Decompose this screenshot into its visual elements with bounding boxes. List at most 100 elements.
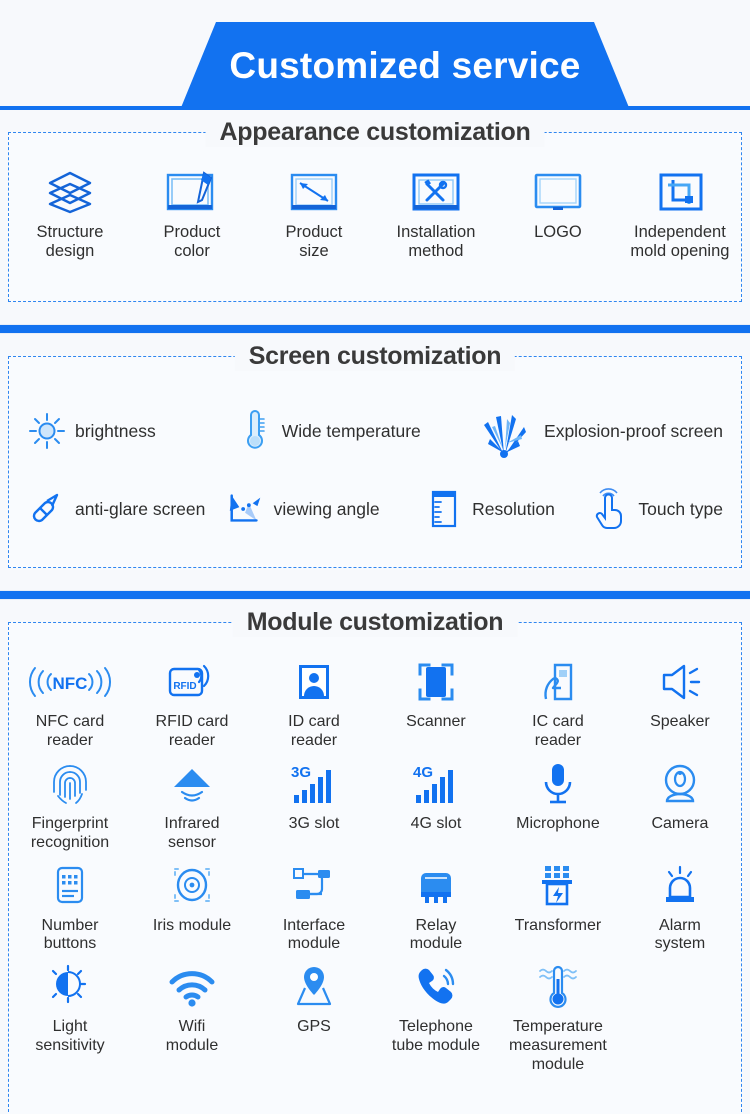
customized-service-page: Customized service Appearance customizat…	[0, 0, 750, 1114]
item-number-buttons[interactable]: Number buttons	[9, 861, 131, 955]
item-label: Independent mold opening	[630, 223, 730, 261]
speaker-icon	[656, 657, 704, 707]
tools-icon	[407, 165, 465, 217]
item-light-sensitivity[interactable]: Light sensitivity	[9, 962, 131, 1075]
item-label: Iris module	[152, 916, 232, 934]
item-touch-type[interactable]: Touch type	[590, 487, 723, 531]
iris-icon	[168, 861, 216, 911]
item-label: Explosion-proof screen	[544, 420, 723, 441]
item-iris-module[interactable]: Iris module	[131, 861, 253, 955]
item-label: LOGO	[534, 223, 582, 241]
nfc-icon: NFC	[27, 657, 113, 707]
item-label: Microphone	[516, 814, 600, 832]
item-nfc-card-reader[interactable]: NFC NFC card reader	[9, 657, 131, 751]
item-scanner[interactable]: Scanner	[375, 657, 497, 751]
product-size-icon	[285, 165, 343, 217]
item-id-card-reader[interactable]: ID card reader	[253, 657, 375, 751]
item-label: 4G slot	[410, 814, 462, 832]
item-label: Light sensitivity	[35, 1018, 105, 1055]
layers-icon	[44, 165, 96, 217]
section-screen-customization: Screen customization brightness Wide tem…	[8, 342, 742, 568]
item-microphone[interactable]: Microphone	[497, 759, 619, 853]
item-wifi-module[interactable]: Wifi module	[131, 962, 253, 1075]
section-title-module: Module customization	[232, 608, 518, 637]
item-label: Relay module	[409, 916, 463, 953]
signal-4g-icon: 4G	[410, 759, 462, 809]
section-module-customization: Module customization NFC NFC card reader…	[8, 608, 742, 1114]
anti-glare-icon	[27, 487, 67, 531]
module-items-grid: NFC NFC card reader RFID RFID card reade…	[9, 623, 741, 1075]
item-gps[interactable]: GPS	[253, 962, 375, 1075]
viewing-angle-icon	[226, 487, 266, 531]
item-relay-module[interactable]: Relay module	[375, 861, 497, 955]
module-row-4-spacer	[619, 962, 741, 1075]
svg-text:RFID: RFID	[173, 681, 196, 692]
item-camera[interactable]: Camera	[619, 759, 741, 853]
item-label: Structure design	[36, 223, 104, 261]
item-label: GPS	[297, 1018, 331, 1036]
item-label: Number buttons	[41, 916, 99, 953]
item-label: Installation method	[396, 223, 476, 261]
module-row-2: Fingerprint recognition Infrared sensor	[9, 759, 741, 853]
item-infrared-sensor[interactable]: Infrared sensor	[131, 759, 253, 853]
gps-pin-icon	[292, 962, 336, 1012]
relay-icon	[411, 861, 461, 911]
telephone-icon	[410, 962, 462, 1012]
item-label: Fingerprint recognition	[30, 814, 110, 851]
item-independent-mold-opening[interactable]: Independent mold opening	[619, 165, 741, 262]
item-brightness[interactable]: brightness	[27, 409, 234, 453]
item-alarm-system[interactable]: Alarm system	[619, 861, 741, 955]
item-rfid-card-reader[interactable]: RFID RFID card reader	[131, 657, 253, 751]
item-label: Wifi module	[165, 1018, 219, 1055]
item-logo[interactable]: LOGO	[497, 165, 619, 262]
item-4g-slot[interactable]: 4G 4G slot	[375, 759, 497, 853]
item-explosion-proof-screen[interactable]: Explosion-proof screen	[474, 403, 723, 459]
keypad-icon	[48, 861, 92, 911]
item-label: brightness	[75, 420, 156, 441]
item-label: RFID card reader	[155, 713, 229, 749]
item-anti-glare-screen[interactable]: anti-glare screen	[27, 487, 226, 531]
module-row-4: Light sensitivity Wifi module GPS Teleph…	[9, 962, 741, 1075]
transformer-icon	[535, 861, 581, 911]
section-title-appearance: Appearance customization	[205, 118, 545, 147]
item-resolution[interactable]: Resolution	[424, 487, 590, 531]
microphone-icon	[539, 759, 577, 809]
touch-hand-icon	[590, 487, 630, 531]
svg-text:3G: 3G	[291, 764, 311, 781]
appearance-items-grid: Structure design Product color Product s…	[9, 133, 741, 262]
infrared-icon	[166, 759, 218, 809]
item-label: Product color	[163, 223, 221, 261]
item-3g-slot[interactable]: 3G 3G slot	[253, 759, 375, 853]
item-label: NFC card reader	[35, 713, 105, 749]
item-viewing-angle[interactable]: viewing angle	[226, 487, 425, 531]
alarm-icon	[657, 861, 703, 911]
module-row-1: NFC NFC card reader RFID RFID card reade…	[9, 657, 741, 751]
item-telephone-tube-module[interactable]: Telephone tube module	[375, 962, 497, 1075]
item-product-size[interactable]: Product size	[253, 165, 375, 262]
item-label: Interface module	[282, 916, 346, 953]
item-label: anti-glare screen	[75, 498, 206, 519]
item-structure-design[interactable]: Structure design	[9, 165, 131, 262]
crop-icon	[651, 165, 709, 217]
item-label: Camera	[651, 814, 709, 832]
item-temperature-measurement-module[interactable]: Temperature measurement module	[497, 962, 619, 1075]
item-label: Transformer	[514, 916, 602, 934]
item-installation-method[interactable]: Installation method	[375, 165, 497, 262]
divider-bar-2	[0, 590, 750, 600]
item-speaker[interactable]: Speaker	[619, 657, 741, 751]
item-wide-temperature[interactable]: Wide temperature	[234, 409, 474, 453]
item-ic-card-reader[interactable]: IC card reader	[497, 657, 619, 751]
screen-items-row-1: brightness Wide temperature Explosion-pr…	[9, 403, 741, 459]
item-fingerprint-recognition[interactable]: Fingerprint recognition	[9, 759, 131, 853]
svg-text:NFC: NFC	[53, 674, 88, 693]
item-interface-module[interactable]: Interface module	[253, 861, 375, 955]
thermometer-icon	[234, 409, 274, 453]
item-transformer[interactable]: Transformer	[497, 861, 619, 955]
ruler-icon	[424, 487, 464, 531]
page-title: Customized service	[229, 45, 581, 86]
ic-card-icon	[535, 657, 581, 707]
item-product-color[interactable]: Product color	[131, 165, 253, 262]
fingerprint-icon	[49, 759, 91, 809]
module-row-3: Number buttons Iris module Interface mod…	[9, 861, 741, 955]
shatter-icon	[474, 403, 536, 459]
